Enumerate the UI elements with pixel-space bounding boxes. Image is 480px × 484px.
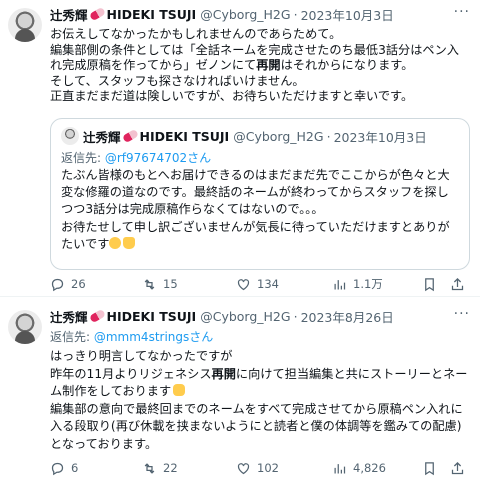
quoted-text: たぶん皆様のもとへお届けできるのはまだまだ先でここからが色々と大 変な修羅の道なの… xyxy=(61,168,450,251)
heart-icon xyxy=(237,278,250,290)
tweet[interactable]: 辻秀輝 HIDEKI TSUJI @Cyborg_H2G · 2023年8月26… xyxy=(0,298,480,484)
author-name[interactable]: 辻秀輝 HIDEKI TSUJI xyxy=(50,307,196,326)
separator-dot: · xyxy=(293,308,298,324)
relieved-face-emoji-icon xyxy=(109,236,122,249)
author-name[interactable]: 辻秀輝 HIDEKI TSUJI xyxy=(50,5,196,24)
folded-hands-emoji-icon xyxy=(123,236,136,249)
heart-icon xyxy=(237,462,250,474)
reply-button[interactable]: 26 xyxy=(50,274,86,294)
action-bar: 26 15 134 1.1万 xyxy=(50,274,470,294)
like-button[interactable]: 102 xyxy=(236,458,279,478)
tweet-divider xyxy=(0,296,480,297)
share-button[interactable] xyxy=(450,458,471,478)
views-chart-icon xyxy=(334,279,346,289)
retweet-icon xyxy=(144,462,155,474)
author-handle[interactable]: @Cyborg_H2G xyxy=(200,309,290,324)
avatar[interactable] xyxy=(8,310,42,344)
tweet-header: 辻秀輝 HIDEKI TSUJI @Cyborg_H2G · 2023年8月26… xyxy=(50,306,394,326)
quoted-author-handle: @Cyborg_H2G xyxy=(233,128,324,144)
bookmark-icon xyxy=(425,461,434,475)
more-options-icon[interactable]: ··· xyxy=(454,306,470,322)
views-button[interactable]: 4,826 xyxy=(332,458,386,478)
replying-to: 返信先: @mmm4stringsさん xyxy=(50,330,214,344)
quoted-timestamp: 2023年10月3日 xyxy=(333,129,427,145)
replying-to-link[interactable]: @rf97674702さん xyxy=(105,151,211,165)
timestamp[interactable]: 2023年10月3日 xyxy=(301,5,394,24)
tweet-header: 辻秀輝 HIDEKI TSUJI @Cyborg_H2G · 2023年10月3… xyxy=(50,4,394,24)
fist-emoji-icon xyxy=(173,384,186,396)
tweet-text: お伝えしてなかったかもしれませんのであらためて。 編集部側の条件としては「全話ネー… xyxy=(50,27,459,103)
separator-dot: · xyxy=(326,128,331,144)
retweet-icon xyxy=(144,278,155,290)
retweet-button[interactable]: 15 xyxy=(142,274,178,294)
bookmark-button[interactable] xyxy=(422,458,443,478)
replying-to: 返信先: @rf97674702さん xyxy=(61,151,212,165)
share-button[interactable] xyxy=(450,274,471,294)
pill-emoji-icon xyxy=(88,6,106,22)
bookmark-icon xyxy=(425,277,434,291)
more-options-icon[interactable]: ··· xyxy=(454,4,470,20)
replying-to-link[interactable]: @mmm4stringsさん xyxy=(94,330,213,344)
action-bar: 6 22 102 4,826 xyxy=(50,458,470,478)
retweet-button[interactable]: 22 xyxy=(142,458,178,478)
views-chart-icon xyxy=(334,463,346,473)
like-button[interactable]: 134 xyxy=(236,274,279,294)
reply-button[interactable]: 6 xyxy=(50,458,78,478)
tweet-text: はっきり明言してなかったですが 昨年の11月よりリジェネシス再開に向けて担当編集と… xyxy=(50,349,468,451)
reply-icon xyxy=(51,462,64,475)
tweet[interactable]: 辻秀輝 HIDEKI TSUJI @Cyborg_H2G · 2023年10月3… xyxy=(0,0,480,296)
views-button[interactable]: 1.1万 xyxy=(332,274,383,294)
pill-emoji-icon xyxy=(121,128,139,144)
share-icon xyxy=(451,461,464,474)
author-handle[interactable]: @Cyborg_H2G xyxy=(200,7,290,22)
timestamp[interactable]: 2023年8月26日 xyxy=(301,307,394,326)
pill-emoji-icon xyxy=(88,308,106,324)
share-icon xyxy=(451,277,464,290)
avatar[interactable] xyxy=(8,8,42,42)
quoted-header: 辻秀輝 HIDEKI TSUJI @Cyborg_H2G · 2023年10月3… xyxy=(83,126,427,146)
reply-icon xyxy=(51,278,64,291)
separator-dot: · xyxy=(293,6,298,22)
quoted-tweet[interactable]: 辻秀輝 HIDEKI TSUJI @Cyborg_H2G · 2023年10月3… xyxy=(50,118,470,270)
bookmark-button[interactable] xyxy=(422,274,443,294)
quoted-author-name: 辻秀輝 HIDEKI TSUJI xyxy=(83,128,230,145)
quoted-avatar xyxy=(61,127,79,145)
